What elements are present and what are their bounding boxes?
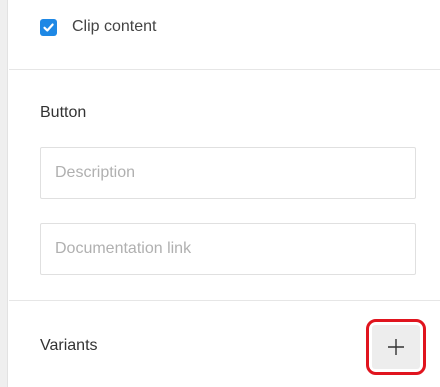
section-divider	[9, 69, 440, 70]
panel-left-edge	[0, 0, 8, 387]
plus-icon	[388, 339, 404, 355]
variants-section-title: Variants	[40, 337, 98, 354]
description-input[interactable]	[40, 147, 416, 199]
section-divider	[9, 300, 440, 301]
clip-content-checkbox[interactable]	[40, 18, 57, 36]
button-section-title: Button	[40, 104, 87, 121]
properties-panel: Clip content Button Variants	[9, 0, 440, 387]
clip-content-label: Clip content	[72, 18, 157, 35]
add-variant-button[interactable]	[366, 319, 426, 375]
add-variant-button-face[interactable]	[372, 325, 420, 369]
clip-content-row[interactable]: Clip content	[40, 14, 157, 40]
checkmark-icon	[43, 23, 54, 32]
documentation-link-input[interactable]	[40, 223, 416, 275]
